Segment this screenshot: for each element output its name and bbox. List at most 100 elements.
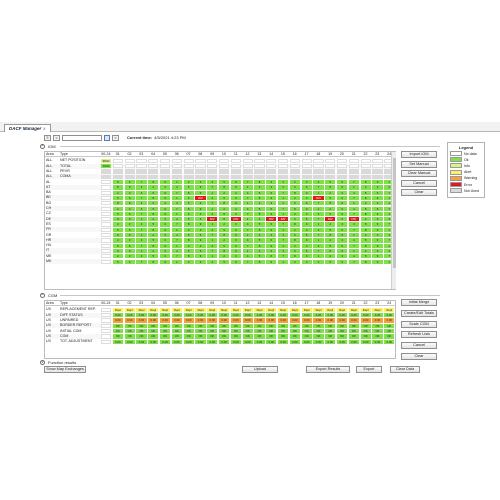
status-cell[interactable]: 0.00	[219, 313, 230, 318]
status-cell[interactable]: DIV	[325, 217, 336, 222]
status-cell[interactable]: Repl	[195, 307, 206, 313]
status-cell[interactable]: 0.00	[337, 318, 348, 323]
status-cell[interactable]	[337, 169, 348, 174]
status-cell[interactable]: 9	[301, 238, 312, 243]
status-cell[interactable]: 2	[325, 254, 336, 259]
status-cell[interactable]: 8	[325, 201, 336, 206]
status-cell[interactable]: 6	[124, 227, 135, 232]
status-cell[interactable]: 8	[254, 259, 265, 264]
status-cell[interactable]: 8	[219, 248, 230, 254]
status-cell[interactable]: OK	[195, 329, 206, 334]
status-cell[interactable]: Repl	[372, 307, 383, 313]
status-cell[interactable]: 5	[325, 227, 336, 232]
status-cell[interactable]	[230, 174, 241, 179]
status-cell[interactable]: 8	[360, 180, 371, 185]
status-cell[interactable]: OK	[124, 329, 135, 334]
status-cell[interactable]: 2	[148, 217, 159, 222]
status-cell[interactable]: 5	[289, 201, 300, 206]
status-cell[interactable]	[195, 174, 206, 179]
status-cell[interactable]: 0.00	[301, 339, 312, 344]
status-cell[interactable]: 0.00	[230, 313, 241, 318]
status-cell[interactable]: 2	[360, 185, 371, 190]
status-cell[interactable]: 7	[313, 248, 324, 254]
status-cell[interactable]: 4	[348, 190, 359, 195]
status-cell[interactable]: 5	[148, 222, 159, 227]
status-cell[interactable]: 4	[207, 243, 218, 248]
status-cell[interactable]: 4	[313, 243, 324, 248]
status-cell[interactable]: 9	[372, 195, 383, 201]
status-cell[interactable]: OK	[112, 334, 123, 339]
status-cell[interactable]: 0.00	[136, 318, 147, 323]
status-cell[interactable]: 8	[219, 185, 230, 190]
status-cell[interactable]: 0.00	[325, 313, 336, 318]
status-cell[interactable]: 5	[112, 180, 123, 185]
status-cell[interactable]: 0.00	[219, 318, 230, 323]
status-cell[interactable]	[101, 233, 112, 238]
status-cell[interactable]: 0.00	[325, 318, 336, 323]
status-cell[interactable]: 1	[242, 217, 253, 222]
status-cell[interactable]: 5	[360, 206, 371, 211]
status-cell[interactable]: DIV	[195, 195, 206, 201]
status-cell[interactable]: 9	[124, 201, 135, 206]
status-cell[interactable]: OK	[219, 334, 230, 339]
status-cell[interactable]: 4	[313, 180, 324, 185]
status-cell[interactable]: 6	[160, 190, 171, 195]
status-cell[interactable]: 6	[124, 243, 135, 248]
status-cell[interactable]	[337, 164, 348, 169]
status-cell[interactable]: 4	[348, 238, 359, 243]
status-cell[interactable]: 9	[266, 180, 277, 185]
status-cell[interactable]: OK	[124, 323, 135, 328]
status-cell[interactable]	[112, 174, 123, 179]
igm-section-header[interactable]: ^ IGM	[40, 143, 56, 149]
status-cell[interactable]	[195, 164, 206, 169]
status-cell[interactable]: 9	[160, 243, 171, 248]
status-cell[interactable]: OK	[230, 323, 241, 328]
status-cell[interactable]: 2	[360, 201, 371, 206]
status-cell[interactable]: 8	[183, 222, 194, 227]
status-cell[interactable]: 5	[254, 222, 265, 227]
status-cell[interactable]: 3	[124, 206, 135, 211]
status-cell[interactable]: Repl	[207, 307, 218, 313]
status-cell[interactable]: DIV	[230, 217, 241, 222]
status-cell[interactable]: 5	[325, 211, 336, 217]
status-cell[interactable]	[101, 185, 112, 190]
status-cell[interactable]: OK	[289, 329, 300, 334]
status-cell[interactable]: OK	[171, 329, 182, 334]
status-cell[interactable]: 3	[337, 238, 348, 243]
status-cell[interactable]: 3	[195, 180, 206, 185]
status-cell[interactable]: OK	[195, 334, 206, 339]
status-cell[interactable]: 1	[242, 185, 253, 190]
status-cell[interactable]: 2	[289, 180, 300, 185]
collapse-icon[interactable]: ^	[40, 143, 45, 149]
status-cell[interactable]: 7	[207, 201, 218, 206]
status-cell[interactable]: 1	[171, 243, 182, 248]
status-cell[interactable]: 6	[124, 259, 135, 264]
status-cell[interactable]: 9	[195, 254, 206, 259]
status-cell[interactable]: 9	[301, 206, 312, 211]
status-cell[interactable]	[301, 158, 312, 164]
status-cell[interactable]: 4	[278, 248, 289, 254]
status-cell[interactable]: 8	[112, 185, 123, 190]
status-cell[interactable]	[183, 174, 194, 179]
status-cell[interactable]: 1	[136, 233, 147, 238]
status-cell[interactable]: Repl	[171, 307, 182, 313]
status-cell[interactable]	[101, 323, 112, 328]
status-cell[interactable]: 5	[360, 238, 371, 243]
status-cell[interactable]	[348, 174, 359, 179]
status-cell[interactable]: OK	[183, 329, 194, 334]
status-cell[interactable]: 0.00	[325, 339, 336, 344]
status-cell[interactable]: 3	[266, 248, 277, 254]
status-cell[interactable]: 1	[136, 217, 147, 222]
status-cell[interactable]: 6	[266, 190, 277, 195]
status-cell[interactable]: 5	[219, 227, 230, 232]
status-cell[interactable]: OK	[289, 334, 300, 339]
status-cell[interactable]	[148, 169, 159, 174]
status-cell[interactable]: 2	[289, 259, 300, 264]
status-cell[interactable]: OK	[337, 334, 348, 339]
status-cell[interactable]: 2	[325, 222, 336, 227]
status-cell[interactable]: 0.00	[171, 318, 182, 323]
status-cell[interactable]	[207, 164, 218, 169]
igm-scrollbar[interactable]	[391, 152, 396, 289]
status-cell[interactable]: 3	[230, 222, 241, 227]
status-cell[interactable]: 6	[301, 217, 312, 222]
